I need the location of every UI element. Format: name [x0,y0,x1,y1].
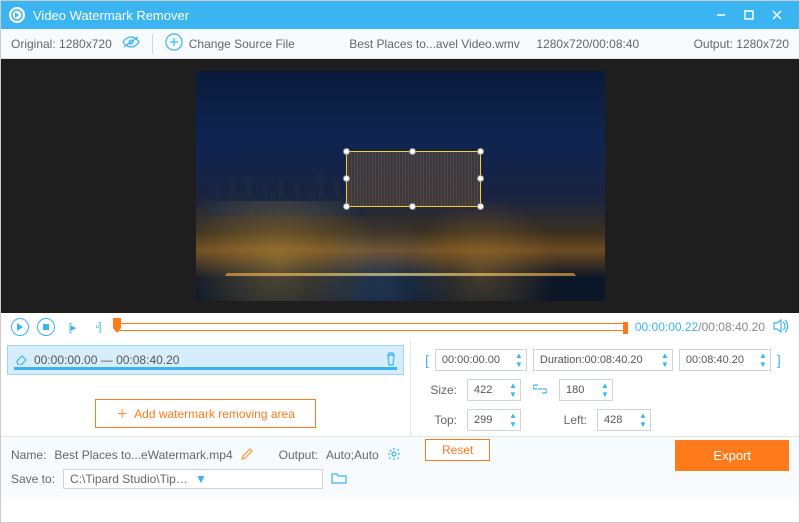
resize-handle[interactable] [409,203,416,210]
info-bar: Original: 1280x720 Change Source File Be… [1,29,799,59]
open-folder-icon[interactable] [331,472,347,487]
footer: Name: Best Places to...eWatermark.mp4 Ou… [1,436,799,497]
current-time: 00:00:00.22 [635,320,698,334]
resize-handle[interactable] [409,148,416,155]
titlebar: Video Watermark Remover [1,1,799,29]
preview-toggle-icon[interactable] [122,36,140,51]
output-settings-icon[interactable] [387,447,401,464]
filename: Best Places to...avel Video.wmv [349,37,520,51]
width-input[interactable]: ▲▼ [467,379,521,401]
watermark-selection-box[interactable] [346,151,481,207]
minimize-button[interactable] [707,1,735,29]
volume-icon[interactable] [773,319,789,336]
video-frame[interactable] [196,71,605,301]
playback-controls: [▸ ▫] 00:00:00.22/00:08:40.20 [1,313,799,341]
bracket-start-icon[interactable]: [ [425,352,429,368]
stop-button[interactable] [37,318,55,336]
plus-icon: ＋ [116,405,128,422]
link-dimensions-icon[interactable] [533,383,547,397]
top-label: Top: [425,413,457,427]
close-button[interactable] [763,1,791,29]
set-start-button[interactable]: [▸ [63,318,81,336]
output-label: Output: [694,37,733,51]
time-counter: 00:00:00.22/00:08:40.20 [635,320,765,334]
resize-handle[interactable] [343,148,350,155]
play-button[interactable] [11,318,29,336]
left-input[interactable]: ▲▼ [597,409,651,431]
app-title: Video Watermark Remover [33,8,707,23]
left-label: Left: [555,413,587,427]
timeline-thumb[interactable] [113,318,121,328]
maximize-button[interactable] [735,1,763,29]
resize-handle[interactable] [343,175,350,182]
timeline-slider[interactable] [115,323,627,331]
video-preview [1,59,799,313]
end-time-input[interactable]: ▲▼ [679,349,771,371]
eraser-icon [14,353,28,368]
original-res: 1280x720 [59,37,112,51]
add-source-icon[interactable] [165,33,183,54]
output-name: Best Places to...eWatermark.mp4 [54,448,232,462]
original-label: Original: [11,37,56,51]
properties-panel: [ ▲▼ ▲▼ ▲▼ ] Size: ▲▼ ▲▼ Top: ▲▼ Left: ▲… [411,341,799,436]
delete-segment-icon[interactable] [385,352,397,369]
resize-handle[interactable] [343,203,350,210]
save-path-input[interactable]: C:\Tipard Studio\Tipar...ideo Watermark … [63,469,323,489]
separator [152,34,153,54]
resize-handle[interactable] [477,148,484,155]
output-format-label: Output: [279,448,318,462]
reset-button[interactable]: Reset [425,439,490,461]
spin-up[interactable]: ▲ [514,351,524,360]
bracket-end-icon[interactable]: ] [777,352,781,368]
height-input[interactable]: ▲▼ [559,379,613,401]
duration-input[interactable]: ▲▼ [533,349,673,371]
add-watermark-area-button[interactable]: ＋ Add watermark removing area [95,399,316,428]
file-meta: 1280x720/00:08:40 [536,37,639,51]
resize-handle[interactable] [477,175,484,182]
segment-row[interactable]: 00:00:00.00 — 00:08:40.20 [7,345,404,375]
resize-handle[interactable] [477,203,484,210]
total-time: 00:08:40.20 [702,320,765,334]
top-input[interactable]: ▲▼ [467,409,521,431]
app-logo-icon [9,7,25,23]
output-res: 1280x720 [736,37,789,51]
save-path: C:\Tipard Studio\Tipar...ideo Watermark … [70,472,191,486]
save-to-label: Save to: [11,472,55,486]
edit-name-icon[interactable] [241,448,253,463]
path-dropdown-icon[interactable]: ▼ [195,472,316,486]
set-end-button[interactable]: ▫] [89,318,107,336]
segments-panel: 00:00:00.00 — 00:08:40.20 ＋ Add watermar… [1,341,411,436]
change-source-button[interactable]: Change Source File [189,37,295,51]
file-info: Best Places to...avel Video.wmv 1280x720… [295,37,694,51]
start-time-input[interactable]: ▲▼ [435,349,527,371]
name-label: Name: [11,448,46,462]
export-button[interactable]: Export [675,440,789,471]
size-label: Size: [425,383,457,397]
output-format: Auto;Auto [326,448,379,462]
segment-times: 00:00:00.00 — 00:08:40.20 [34,353,179,367]
spin-down[interactable]: ▼ [514,360,524,369]
